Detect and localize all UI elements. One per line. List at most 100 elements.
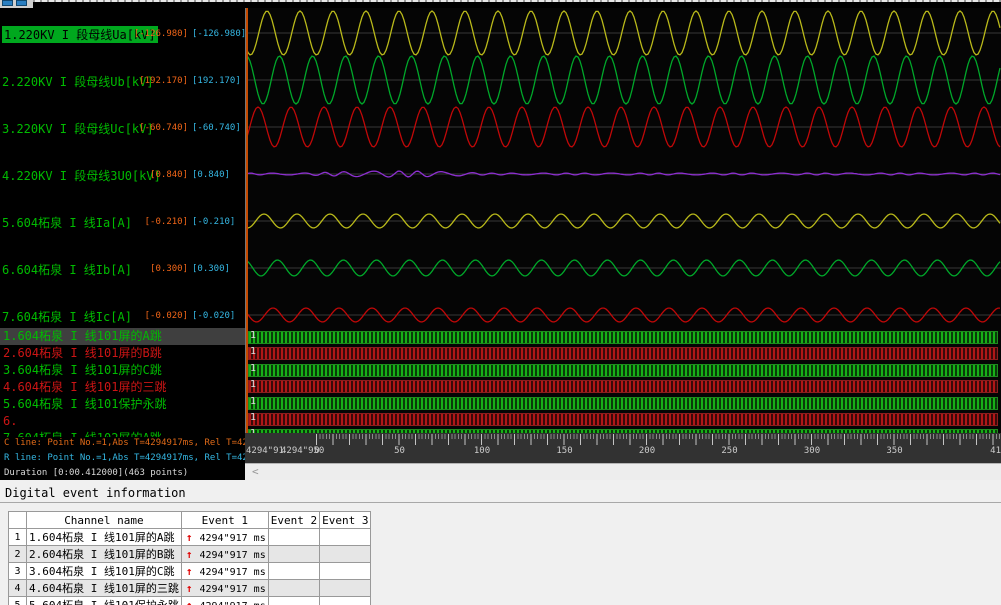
toolbar-button-icon[interactable] (2, 0, 13, 6)
row-number-header (9, 512, 27, 529)
reference-value: [-126.980] (192, 29, 245, 39)
event-channel-name: 4.604柘泉 I 线101屏的三跳 (27, 580, 182, 597)
event-channel-name: 1.604柘泉 I 线101屏的A跳 (27, 529, 182, 546)
digital-trace-bar: 1 (248, 413, 998, 426)
analog-waveforms[interactable] (246, 8, 1001, 328)
digital-channel-label[interactable]: 5.604柘泉 I 线101保护永跳 (3, 397, 166, 411)
event-3-cell (320, 546, 371, 563)
analog-channel-row[interactable]: 3.220KV I 段母线Uc[kV] [-60.740] [-60.740] (0, 120, 245, 136)
event-1-time: 4294"917 ms (199, 567, 265, 578)
event-table-row[interactable]: 2 2.604柘泉 I 线101屏的B跳 ↑4294"917 ms (9, 546, 371, 563)
event-channel-name: 3.604柘泉 I 线101屏的C跳 (27, 563, 182, 580)
toolbar (0, 0, 33, 8)
event-row-number: 4 (9, 580, 27, 597)
event-3-cell (320, 580, 371, 597)
event-3-cell (320, 529, 371, 546)
time-axis-tick-label: 50 (394, 446, 405, 456)
digital-state-label: 1 (250, 379, 256, 390)
event-1-time: 4294"917 ms (199, 601, 265, 605)
digital-channel-label[interactable]: 3.604柘泉 I 线101屏的C跳 (3, 363, 162, 377)
event-table: Channel name Event 1 Event 2 Event 3 1 1… (8, 511, 371, 605)
digital-trace-bar: 1 (248, 380, 998, 393)
digital-trace-bar: 1 (248, 364, 998, 377)
time-cursor-line[interactable] (246, 8, 248, 433)
digital-trace-area[interactable]: 1 1 1 1 1 1 1 (246, 328, 1001, 433)
digital-state-label: 1 (250, 412, 256, 423)
event-2-cell (268, 529, 319, 546)
event-2-cell (268, 563, 319, 580)
scroll-left-arrow-icon[interactable]: < (252, 465, 259, 478)
digital-trace-bar: 1 (248, 331, 998, 344)
event-table-body: 1 1.604柘泉 I 线101屏的A跳 ↑4294"917 ms 2 2.60… (9, 529, 371, 605)
r-line-status: R line: Point No.=1,Abs T=4294917ms, Rel… (4, 453, 245, 463)
cursor-value: [-126.980] (128, 29, 188, 39)
analog-channel-row[interactable]: 6.604柘泉 I 线Ib[A] [0.300] [0.300] (0, 261, 245, 277)
reference-value: [-0.020] (192, 311, 245, 321)
time-axis-tick-label: 100 (474, 446, 490, 456)
digital-event-panel: Digital event information Channel name E… (0, 480, 1001, 605)
cursor-value: [0.840] (128, 170, 188, 180)
event-1-time: 4294"917 ms (199, 550, 265, 561)
digital-channel-row[interactable]: 5.604柘泉 I 线101保护永跳 (0, 396, 245, 413)
toolbar-button-icon[interactable] (16, 0, 27, 6)
analog-channel-row[interactable]: 7.604柘泉 I 线Ic[A] [-0.020] [-0.020] (0, 308, 245, 324)
digital-channel-row[interactable]: 7.604柘泉 I 线102屏的A跳 (0, 430, 245, 437)
event2-header: Event 2 (268, 512, 319, 529)
digital-channel-row[interactable]: 2.604柘泉 I 线101屏的B跳 (0, 345, 245, 362)
time-axis-tick-label: 150 (556, 446, 572, 456)
duration-status: Duration [0:00.412000](463 points) (4, 468, 188, 478)
event-1-cell: ↑4294"917 ms (181, 597, 268, 605)
digital-channel-label[interactable]: 2.604柘泉 I 线101屏的B跳 (3, 346, 162, 360)
reference-value: [0.840] (192, 170, 245, 180)
event-2-cell (268, 597, 319, 605)
time-axis-tick-label: 350 (886, 446, 902, 456)
event-1-time: 4294"917 ms (199, 584, 265, 595)
analog-channel-list: 1.220KV I 段母线Ua[kV] [-126.980] [-126.980… (0, 8, 245, 328)
digital-state-label: 1 (250, 346, 256, 357)
event-row-number: 2 (9, 546, 27, 563)
event-row-number: 3 (9, 563, 27, 580)
ruler-tick-marks (245, 434, 1001, 445)
event-table-row[interactable]: 3 3.604柘泉 I 线101屏的C跳 ↑4294"917 ms (9, 563, 371, 580)
horizontal-scrollbar[interactable]: < (245, 463, 1001, 480)
waveform-plot-area[interactable]: 1 1 1 1 1 1 1 (246, 8, 1001, 433)
cursor-value: [-0.020] (128, 311, 188, 321)
analog-channel-row[interactable]: 4.220KV I 段母线3U0[kV] [0.840] [0.840] (0, 167, 245, 183)
analog-channel-row[interactable]: 2.220KV I 段母线Ub[kV] [192.170] [192.170] (0, 73, 245, 89)
digital-channel-row[interactable]: 1.604柘泉 I 线101屏的A跳 (0, 328, 245, 345)
panel-rule (0, 502, 1001, 503)
digital-channel-row[interactable]: 4.604柘泉 I 线101屏的三跳 (0, 379, 245, 396)
event-table-row[interactable]: 5 5.604柘泉 I 线101保护永跳 ↑4294"917 ms (9, 597, 371, 605)
event-channel-name: 5.604柘泉 I 线101保护永跳 (27, 597, 182, 605)
event-1-cell: ↑4294"917 ms (181, 563, 268, 580)
digital-channel-label[interactable]: 6. (3, 414, 17, 428)
analog-channel-label[interactable]: 6.604柘泉 I 线Ib[A] (2, 261, 132, 278)
digital-channel-label[interactable]: 1.604柘泉 I 线101屏的A跳 (3, 329, 162, 343)
digital-channel-label[interactable]: 4.604柘泉 I 线101屏的三跳 (3, 380, 166, 394)
analog-channel-label[interactable]: 5.604柘泉 I 线Ia[A] (2, 214, 132, 231)
event-table-row[interactable]: 4 4.604柘泉 I 线101屏的三跳 ↑ 4294"917 ms (9, 580, 371, 597)
rising-edge-arrow-icon: ↑ (186, 582, 193, 595)
event-2-cell (268, 580, 319, 597)
cursor-value: [192.170] (128, 76, 188, 86)
time-axis-ruler[interactable]: 4294"91 4294"950 41 05010015020025030035… (245, 433, 1001, 463)
cursor-value: [-60.740] (128, 123, 188, 133)
abs-time-label: 4294"91 (246, 446, 284, 456)
fault-recorder-window: 1.220KV I 段母线Ua[kV] [-126.980] [-126.980… (0, 0, 1001, 605)
time-axis-tick-label: 0 (314, 446, 319, 456)
event-1-cell: ↑4294"917 ms (181, 529, 268, 546)
event-1-cell: ↑ 4294"917 ms (181, 580, 268, 597)
time-axis-tick-label: 250 (721, 446, 737, 456)
analog-channel-row[interactable]: 1.220KV I 段母线Ua[kV] [-126.980] [-126.980… (0, 26, 245, 42)
analog-channel-row[interactable]: 5.604柘泉 I 线Ia[A] [-0.210] [-0.210] (0, 214, 245, 230)
analog-channel-label[interactable]: 7.604柘泉 I 线Ic[A] (2, 308, 132, 325)
time-axis-tick-label: 200 (639, 446, 655, 456)
digital-channel-row[interactable]: 3.604柘泉 I 线101屏的C跳 (0, 362, 245, 379)
digital-state-label: 1 (250, 330, 256, 341)
event3-header: Event 3 (320, 512, 371, 529)
reference-value: [0.300] (192, 264, 245, 274)
digital-channel-row[interactable]: 6. (0, 413, 245, 430)
time-axis-tick-label: 300 (804, 446, 820, 456)
event-table-row[interactable]: 1 1.604柘泉 I 线101屏的A跳 ↑4294"917 ms (9, 529, 371, 546)
event-channel-name: 2.604柘泉 I 线101屏的B跳 (27, 546, 182, 563)
